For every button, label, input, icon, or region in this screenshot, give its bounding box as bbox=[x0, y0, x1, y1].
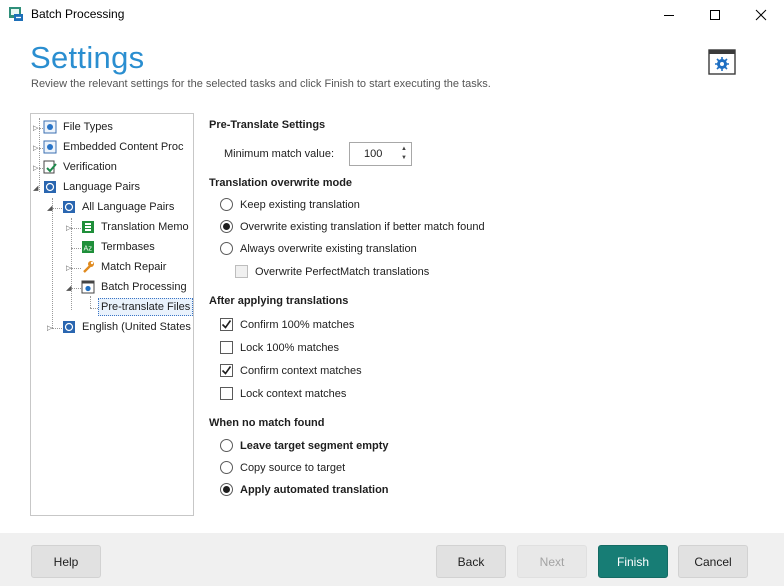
min-match-stepper[interactable]: 100 ▲ ▼ bbox=[349, 142, 412, 166]
min-match-label: Minimum match value: bbox=[224, 148, 335, 160]
radio-button[interactable] bbox=[220, 461, 233, 474]
page-subtitle: Review the relevant settings for the sel… bbox=[31, 78, 491, 90]
tree-item-pretranslate-files[interactable]: Pre-translate Files bbox=[98, 298, 193, 316]
embedded-content-icon bbox=[43, 140, 57, 154]
section-title-overwrite-mode: Translation overwrite mode bbox=[209, 177, 353, 189]
tree-item-batch-processing[interactable]: Batch Processing bbox=[81, 277, 187, 297]
tree-item-file-types[interactable]: File Types bbox=[43, 117, 113, 137]
batch-settings-icon bbox=[81, 280, 95, 294]
settings-tree[interactable]: ▷ File Types ▷ Embedded Content Proc ▷ V… bbox=[30, 113, 194, 516]
radio-button-selected[interactable] bbox=[220, 220, 233, 233]
expand-arrow-icon[interactable]: ▷ bbox=[33, 124, 38, 132]
collapse-arrow-icon[interactable]: ◢ bbox=[47, 204, 52, 212]
svg-text:Az: Az bbox=[84, 245, 93, 253]
expand-arrow-icon[interactable]: ▷ bbox=[66, 264, 71, 272]
language-pairs-icon bbox=[62, 320, 76, 334]
next-button[interactable]: Next bbox=[517, 545, 587, 578]
title-bar: Batch Processing bbox=[0, 0, 784, 30]
translation-memory-icon bbox=[81, 220, 95, 234]
radio-button[interactable] bbox=[220, 242, 233, 255]
checkbox[interactable] bbox=[220, 387, 233, 400]
collapse-arrow-icon[interactable]: ◢ bbox=[33, 184, 38, 192]
finish-button[interactable]: Finish bbox=[598, 545, 668, 578]
wrench-icon bbox=[81, 260, 95, 274]
checkbox[interactable] bbox=[235, 265, 248, 278]
radio-always-overwrite[interactable]: Always overwrite existing translation bbox=[220, 242, 417, 255]
cancel-button[interactable]: Cancel bbox=[678, 545, 748, 578]
help-button[interactable]: Help bbox=[31, 545, 101, 578]
section-title-no-match: When no match found bbox=[209, 417, 325, 429]
tree-item-termbases[interactable]: Az Termbases bbox=[81, 237, 155, 257]
settings-window-icon bbox=[708, 49, 736, 75]
tree-item-translation-memory[interactable]: Translation Memo bbox=[81, 217, 189, 237]
collapse-arrow-icon[interactable]: ◢ bbox=[66, 284, 71, 292]
page-title: Settings bbox=[30, 40, 145, 75]
back-button[interactable]: Back bbox=[436, 545, 506, 578]
radio-overwrite-if-better[interactable]: Overwrite existing translation if better… bbox=[220, 220, 485, 233]
radio-leave-target-empty[interactable]: Leave target segment empty bbox=[220, 439, 389, 452]
radio-copy-source[interactable]: Copy source to target bbox=[220, 461, 345, 474]
radio-button[interactable] bbox=[220, 198, 233, 211]
language-pairs-icon bbox=[43, 180, 57, 194]
batch-processing-icon bbox=[8, 6, 24, 22]
radio-button-selected[interactable] bbox=[220, 483, 233, 496]
checkbox-confirm-100[interactable]: Confirm 100% matches bbox=[220, 318, 354, 331]
checkbox-overwrite-perfectmatch[interactable]: Overwrite PerfectMatch translations bbox=[235, 265, 429, 278]
checkbox-checked[interactable] bbox=[220, 364, 233, 377]
maximize-icon[interactable] bbox=[692, 0, 738, 30]
expand-arrow-icon[interactable]: ▷ bbox=[33, 144, 38, 152]
min-match-value[interactable]: 100 bbox=[350, 148, 397, 160]
checkbox-lock-context[interactable]: Lock context matches bbox=[220, 387, 346, 400]
tree-item-all-language-pairs[interactable]: All Language Pairs bbox=[62, 197, 174, 217]
expand-arrow-icon[interactable]: ▷ bbox=[66, 224, 71, 232]
checkbox-checked[interactable] bbox=[220, 318, 233, 331]
tree-item-match-repair[interactable]: Match Repair bbox=[81, 257, 166, 277]
section-title-after-applying: After applying translations bbox=[209, 295, 349, 307]
verification-icon bbox=[43, 160, 57, 174]
window-title: Batch Processing bbox=[31, 7, 125, 21]
radio-button[interactable] bbox=[220, 439, 233, 452]
termbases-icon: Az bbox=[81, 240, 95, 254]
expand-arrow-icon[interactable]: ▷ bbox=[33, 164, 38, 172]
file-types-icon bbox=[43, 120, 57, 134]
checkbox-lock-100[interactable]: Lock 100% matches bbox=[220, 341, 339, 354]
tree-item-verification[interactable]: Verification bbox=[43, 157, 117, 177]
tree-item-embedded-content[interactable]: Embedded Content Proc bbox=[43, 137, 183, 157]
tree-item-language-pairs[interactable]: Language Pairs bbox=[43, 177, 140, 197]
tree-item-english-us[interactable]: English (United States bbox=[62, 317, 191, 337]
section-title-pretranslate: Pre-Translate Settings bbox=[209, 119, 326, 131]
radio-apply-automated[interactable]: Apply automated translation bbox=[220, 483, 389, 496]
expand-arrow-icon[interactable]: ▷ bbox=[47, 324, 52, 332]
minimize-icon[interactable] bbox=[646, 0, 692, 30]
close-icon[interactable] bbox=[738, 0, 784, 30]
checkbox-confirm-context[interactable]: Confirm context matches bbox=[220, 364, 362, 377]
checkbox[interactable] bbox=[220, 341, 233, 354]
language-pairs-icon bbox=[62, 200, 76, 214]
stepper-arrows-icon[interactable]: ▲ ▼ bbox=[397, 143, 411, 165]
radio-keep-existing[interactable]: Keep existing translation bbox=[220, 198, 360, 211]
